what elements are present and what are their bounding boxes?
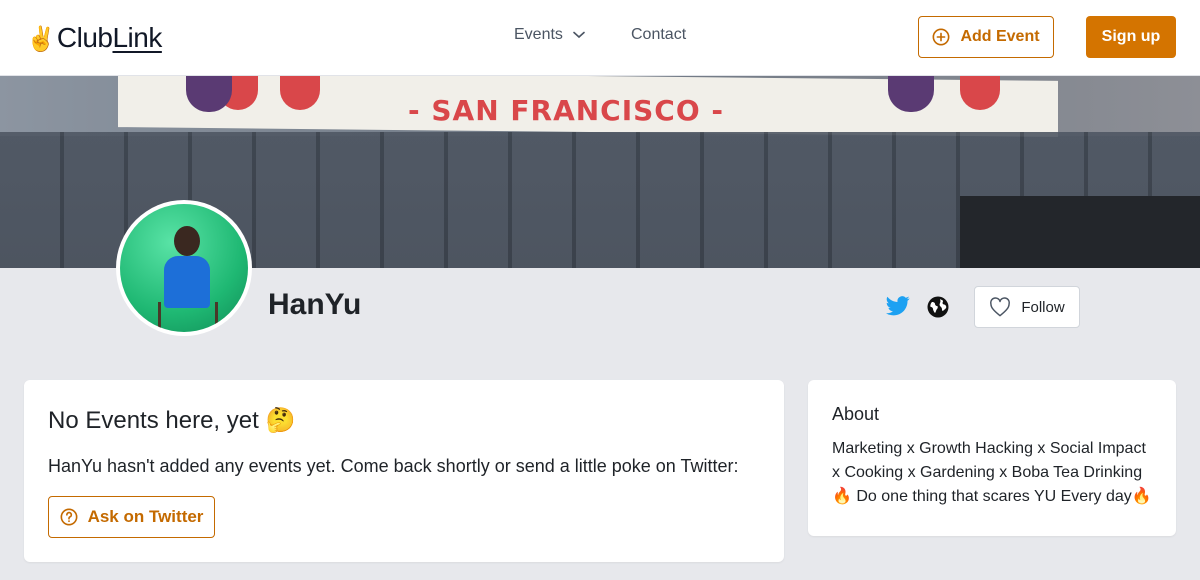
clublink-logo[interactable]: ✌️ ClubLink xyxy=(26,22,162,54)
heart-icon xyxy=(990,297,1011,317)
contact-link[interactable]: Contact xyxy=(631,26,686,44)
follow-label: Follow xyxy=(1021,298,1065,316)
about-title: About xyxy=(832,404,880,424)
ask-on-twitter-label: Ask on Twitter xyxy=(87,507,204,526)
question-circle-icon xyxy=(60,508,78,526)
avatar-head xyxy=(174,226,200,256)
victory-hand-icon: ✌️ xyxy=(26,26,56,53)
logo-link: Link xyxy=(112,22,162,53)
profile-name: HanYu xyxy=(268,288,362,321)
avatar-shirt xyxy=(164,256,210,308)
banner-sign-text: - SAN FRANCISCO - xyxy=(408,94,725,127)
twitter-icon[interactable] xyxy=(886,296,910,321)
events-menu[interactable]: Events xyxy=(514,26,585,44)
events-empty-message: HanYu hasn't added any events yet. Come … xyxy=(48,456,739,476)
plus-circle-icon xyxy=(932,28,950,46)
events-empty-title: No Events here, yet 🤔 xyxy=(48,407,296,434)
add-event-button[interactable]: Add Event xyxy=(918,16,1054,58)
top-nav-bar: ✌️ ClubLink Events Contact Add Event Sig… xyxy=(0,0,1200,76)
ask-on-twitter-button[interactable]: Ask on Twitter xyxy=(48,496,215,538)
events-menu-label: Events xyxy=(514,26,563,43)
logo-club: Club xyxy=(56,22,113,53)
about-bio: Marketing x Growth Hacking x Social Impa… xyxy=(832,440,1152,505)
website-globe-icon[interactable] xyxy=(927,296,949,323)
banner-shadow xyxy=(960,196,1200,268)
logo-text: ClubLink xyxy=(57,22,162,54)
profile-avatar xyxy=(116,200,252,336)
sign-up-button[interactable]: Sign up xyxy=(1086,16,1176,58)
add-event-label: Add Event xyxy=(960,28,1040,45)
avatar-chair xyxy=(158,302,218,332)
about-card: About Marketing x Growth Hacking x Socia… xyxy=(808,380,1176,536)
chevron-down-icon xyxy=(573,31,585,39)
follow-button[interactable]: Follow xyxy=(974,286,1080,328)
events-card: No Events here, yet 🤔 HanYu hasn't added… xyxy=(24,380,784,562)
avatar-photo xyxy=(120,204,248,332)
